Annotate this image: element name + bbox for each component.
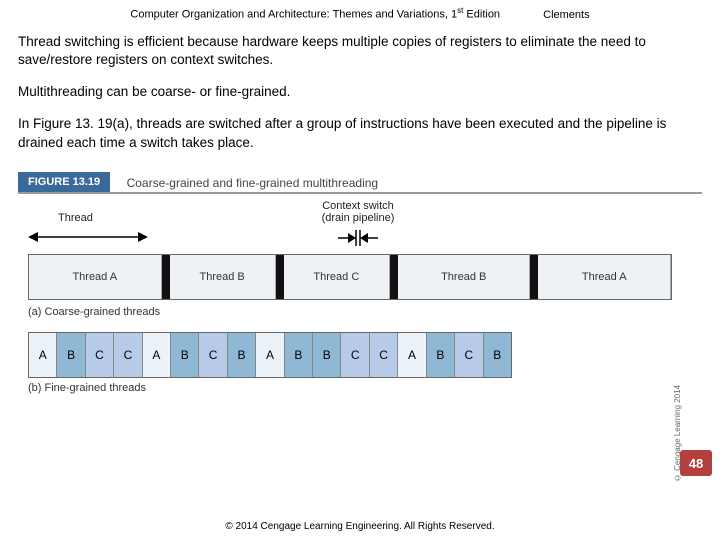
fine-cell: C [86,333,114,377]
fine-cell: B [427,333,455,377]
page-number-badge: 48 [680,450,712,476]
context-switch-label: Context switch (drain pipeline) [308,200,408,224]
fine-grained-bar: ABCCABCBABBCCABCB [28,332,512,378]
fine-cell: A [256,333,284,377]
coarse-grained-bar: Thread AThread BThread CThread BThread A [28,254,672,300]
figure-13-19: FIGURE 13.19 Coarse-grained and fine-gra… [18,172,702,394]
context-switch-line1: Context switch [308,200,408,212]
paragraph-3: In Figure 13. 19(a), threads are switche… [18,115,702,151]
fine-cell: B [285,333,313,377]
context-switch-divider [530,255,538,299]
coarse-segment: Thread B [398,255,531,299]
context-switch-line2: (drain pipeline) [308,212,408,224]
fine-cell: B [484,333,511,377]
fine-cell: A [143,333,171,377]
fine-cell: C [114,333,142,377]
figure-top-labels: Thread Context switch (drain pipeline) [18,200,702,250]
fine-cell: C [370,333,398,377]
figure-rule [18,192,702,194]
copyright-footer: © 2014 Cengage Learning Engineering. All… [0,521,720,532]
subcaption-a: (a) Coarse-grained threads [28,306,702,318]
context-switch-arrow-icon [338,230,378,246]
fine-cell: A [29,333,57,377]
context-switch-divider [162,255,170,299]
subcaption-b: (b) Fine-grained threads [28,382,702,394]
figure-tab: FIGURE 13.19 [18,172,110,192]
body-text: Thread switching is efficient because ha… [0,27,720,172]
coarse-segment: Thread C [284,255,390,299]
fine-cell: B [171,333,199,377]
fine-cell: B [313,333,341,377]
thread-label: Thread [58,212,93,224]
book-title-a: Computer Organization and Architecture: … [130,9,457,21]
figure-caption: Coarse-grained and fine-grained multithr… [127,172,378,190]
slide-header: Computer Organization and Architecture: … [0,0,720,27]
coarse-segment: Thread A [538,255,671,299]
paragraph-1: Thread switching is efficient because ha… [18,33,702,69]
thread-arrow-icon [28,230,148,244]
book-title-b: Edition [463,9,500,21]
fine-cell: C [455,333,483,377]
fine-cell: C [199,333,227,377]
fine-cell: C [341,333,369,377]
author: Clements [543,9,589,21]
coarse-segment: Thread A [29,255,162,299]
fine-cell: B [228,333,256,377]
context-switch-divider [276,255,284,299]
coarse-segment: Thread B [170,255,276,299]
fine-cell: B [57,333,85,377]
paragraph-2: Multithreading can be coarse- or fine-gr… [18,83,702,101]
fine-cell: A [398,333,426,377]
context-switch-divider [390,255,398,299]
